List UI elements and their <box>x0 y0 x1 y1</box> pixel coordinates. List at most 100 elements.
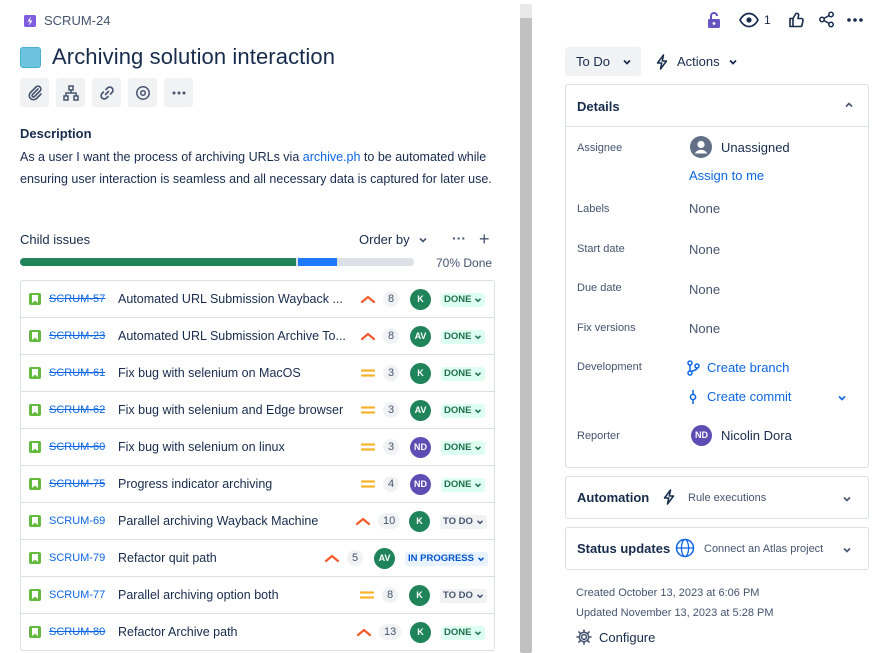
child-issue-key[interactable]: SCRUM-79 <box>49 552 105 564</box>
actions-button[interactable]: Actions <box>655 47 738 76</box>
scrollbar-track-top <box>520 4 532 18</box>
status-badge[interactable]: DONE <box>441 441 486 455</box>
child-issue-summary[interactable]: Refactor quit path <box>118 551 217 565</box>
create-commit-link[interactable]: Create commit <box>707 389 792 404</box>
status-badge[interactable]: TO DO <box>440 589 487 603</box>
assignee-avatar[interactable]: K <box>409 511 430 532</box>
eye-icon[interactable] <box>739 12 759 28</box>
status-badge[interactable]: IN PROGRESS <box>405 552 488 566</box>
child-issue-key[interactable]: SCRUM-23 <box>49 330 105 342</box>
hierarchy-icon[interactable] <box>56 78 85 107</box>
share-icon[interactable] <box>818 11 835 28</box>
child-issue-summary[interactable]: Automated URL Submission Wayback ... <box>118 292 343 306</box>
assignee-avatar[interactable]: ND <box>410 437 431 458</box>
labels-value[interactable]: None <box>689 201 720 216</box>
details-header[interactable]: Details <box>566 85 868 127</box>
create-branch-link[interactable]: Create branch <box>707 360 789 375</box>
child-issue-row[interactable]: SCRUM-57 Automated URL Submission Wayback… <box>21 281 494 318</box>
child-issue-summary[interactable]: Fix bug with selenium and Edge browser <box>118 403 343 417</box>
lock-icon[interactable] <box>706 11 722 29</box>
child-issue-row[interactable]: SCRUM-69 Parallel archiving Wayback Machi… <box>21 503 494 540</box>
order-by-dropdown[interactable]: Order by <box>359 232 428 247</box>
child-issue-key[interactable]: SCRUM-57 <box>49 293 105 305</box>
chevron-down-icon <box>475 446 482 451</box>
page-title[interactable]: Archiving solution interaction <box>52 44 335 70</box>
chevron-down-icon <box>475 631 482 636</box>
assignee-avatar[interactable]: K <box>409 585 430 606</box>
status-badge[interactable]: DONE <box>441 404 486 418</box>
assignee-label: Assignee <box>577 142 623 154</box>
story-points-badge: 5 <box>347 550 364 566</box>
archive-link[interactable]: archive.ph <box>303 150 361 164</box>
breadcrumb[interactable]: SCRUM-24 <box>24 13 110 28</box>
child-issue-key[interactable]: SCRUM-80 <box>49 626 105 638</box>
status-badge[interactable]: TO DO <box>440 515 487 529</box>
child-issue-row[interactable]: SCRUM-79 Refactor quit path 5 AV IN PROGRESS <box>21 540 494 577</box>
status-updates-panel[interactable]: Status updates Connect an Atlas project <box>565 527 869 570</box>
child-issue-key[interactable]: SCRUM-75 <box>49 478 105 490</box>
child-issue-key[interactable]: SCRUM-62 <box>49 404 105 416</box>
reporter-value[interactable]: Nicolin Dora <box>721 428 792 443</box>
chevron-down-icon <box>623 59 631 65</box>
assignee-avatar[interactable]: K <box>410 622 431 643</box>
configure-button[interactable]: Configure <box>576 629 655 645</box>
child-issue-summary[interactable]: Fix bug with selenium on MacOS <box>118 366 301 380</box>
assignee-avatar[interactable]: AV <box>410 400 431 421</box>
details-panel: Details Assignee Unassigned Assign to me… <box>565 84 869 468</box>
status-badge[interactable]: DONE <box>441 293 486 307</box>
assignee-value[interactable]: Unassigned <box>721 140 790 155</box>
scrollbar[interactable] <box>519 0 533 653</box>
child-issue-summary[interactable]: Progress indicator archiving <box>118 477 272 491</box>
child-issue-summary[interactable]: Parallel archiving option both <box>118 588 279 602</box>
child-issue-row[interactable]: SCRUM-23 Automated URL Submission Archive… <box>21 318 494 355</box>
status-badge[interactable]: DONE <box>441 367 486 381</box>
child-issue-row[interactable]: SCRUM-77 Parallel archiving option both 8 K… <box>21 577 494 614</box>
assign-to-me-link[interactable]: Assign to me <box>689 168 764 183</box>
due-date-value[interactable]: None <box>689 282 720 297</box>
child-issue-row[interactable]: SCRUM-75 Progress indicator archiving 4 ND D… <box>21 466 494 503</box>
attachment-icon[interactable] <box>20 78 49 107</box>
child-issue-key[interactable]: SCRUM-61 <box>49 367 105 379</box>
assignee-avatar[interactable]: K <box>410 363 431 384</box>
assignee-avatar[interactable]: AV <box>374 548 395 569</box>
scrollbar-thumb[interactable] <box>520 4 532 653</box>
description-text[interactable]: As a user I want the process of archivin… <box>20 146 500 190</box>
chevron-down-icon[interactable] <box>842 545 852 555</box>
watch-icon[interactable] <box>128 78 157 107</box>
more-icon[interactable] <box>846 13 864 27</box>
child-issue-key[interactable]: SCRUM-60 <box>49 441 105 453</box>
child-issue-key[interactable]: SCRUM-77 <box>49 589 105 601</box>
child-issue-summary[interactable]: Automated URL Submission Archive To... <box>118 329 346 343</box>
child-issue-row[interactable]: SCRUM-62 Fix bug with selenium and Edge b… <box>21 392 494 429</box>
thumbs-up-icon[interactable] <box>788 11 805 28</box>
story-points-badge: 13 <box>379 624 402 640</box>
child-issue-row[interactable]: SCRUM-80 Refactor Archive path 13 K DONE <box>21 614 494 651</box>
chevron-down-icon[interactable] <box>842 494 852 504</box>
child-issue-row[interactable]: SCRUM-61 Fix bug with selenium on MacOS 3 K… <box>21 355 494 392</box>
child-issue-summary[interactable]: Fix bug with selenium on linux <box>118 440 285 454</box>
add-child-issue-icon[interactable]: + <box>479 229 490 250</box>
start-date-value[interactable]: None <box>689 242 720 257</box>
labels-label: Labels <box>577 203 610 215</box>
link-icon[interactable] <box>92 78 121 107</box>
automation-panel[interactable]: Automation Rule executions <box>565 476 869 519</box>
more-icon[interactable] <box>164 78 193 107</box>
actions-button-label: Actions <box>677 54 720 69</box>
assignee-avatar[interactable]: AV <box>410 326 431 347</box>
assignee-avatar[interactable]: K <box>410 289 431 310</box>
status-badge[interactable]: DONE <box>441 330 486 344</box>
chevron-up-icon[interactable] <box>844 100 854 110</box>
child-issue-key[interactable]: SCRUM-69 <box>49 515 105 527</box>
fix-versions-value[interactable]: None <box>689 321 720 336</box>
child-issue-summary[interactable]: Parallel archiving Wayback Machine <box>118 514 318 528</box>
status-badge[interactable]: DONE <box>441 478 486 492</box>
child-issues-more-icon[interactable]: ··· <box>452 230 466 246</box>
breadcrumb-issue-key[interactable]: SCRUM-24 <box>44 13 110 28</box>
priority-medium-icon <box>359 591 375 599</box>
chevron-down-icon[interactable] <box>837 393 847 403</box>
assignee-avatar[interactable]: ND <box>410 474 431 495</box>
status-badge[interactable]: DONE <box>441 626 486 640</box>
status-dropdown-button[interactable]: To Do <box>565 47 641 76</box>
child-issue-row[interactable]: SCRUM-60 Fix bug with selenium on linux 3 N… <box>21 429 494 466</box>
child-issue-summary[interactable]: Refactor Archive path <box>118 625 238 639</box>
